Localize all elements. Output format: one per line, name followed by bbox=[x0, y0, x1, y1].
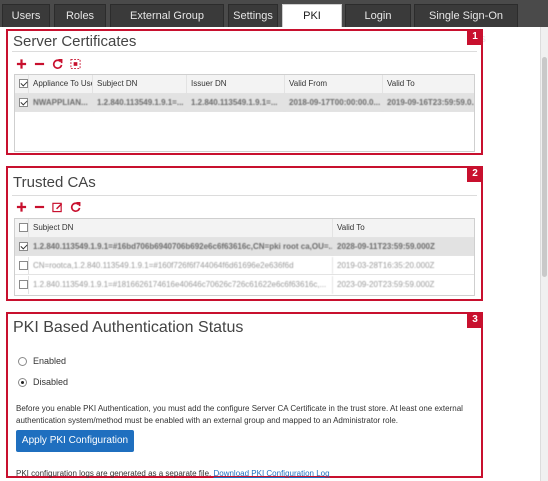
server-certificates-table: Appliance To Use Subject DN Issuer DN Va… bbox=[14, 74, 475, 152]
divider bbox=[12, 195, 477, 196]
select-all-cell bbox=[15, 75, 29, 93]
table-cell: 2019-09-16T23:59:59.0... bbox=[387, 98, 475, 107]
admin-app: Users Roles External Group Mapping Setti… bbox=[0, 0, 548, 481]
select-all-checkbox[interactable] bbox=[19, 79, 28, 88]
trusted-cas-toolbar bbox=[16, 200, 81, 214]
column-header[interactable]: Subject DN bbox=[29, 219, 333, 237]
log-note-text: PKI configuration logs are generated as … bbox=[16, 469, 212, 478]
table-header-row: Appliance To Use Subject DN Issuer DN Va… bbox=[15, 75, 474, 94]
table-row[interactable]: NWAPPLIAN... 1.2.840.113549.1.9.1=... 1.… bbox=[15, 94, 474, 112]
apply-pki-configuration-button[interactable]: Apply PKI Configuration bbox=[16, 430, 134, 452]
column-header[interactable]: Subject DN bbox=[93, 75, 187, 93]
row-checkbox[interactable] bbox=[19, 280, 28, 289]
enabled-radio[interactable] bbox=[18, 356, 27, 366]
tab-pki-settings[interactable]: PKI Settings bbox=[282, 4, 342, 45]
column-header[interactable]: Valid From bbox=[285, 75, 383, 93]
row-checkbox[interactable] bbox=[19, 261, 28, 270]
server-certificates-panel: Server Certificates 1 Appliance To Use S… bbox=[6, 29, 483, 155]
disabled-option[interactable]: Disabled bbox=[18, 377, 68, 387]
column-header[interactable]: Valid To bbox=[333, 219, 474, 237]
remove-icon[interactable] bbox=[34, 58, 45, 70]
server-certificates-toolbar bbox=[16, 57, 81, 71]
download-log-link[interactable]: Download PKI Configuration Log bbox=[213, 469, 329, 478]
table-cell: 1.2.840.113549.1.9.1=#16bd706b6940706b69… bbox=[29, 238, 333, 255]
trusted-cas-table: Subject DN Valid To 1.2.840.113549.1.9.1… bbox=[14, 218, 475, 296]
table-cell: 2028-09-11T23:59:59.000Z bbox=[337, 242, 435, 251]
refresh-icon[interactable] bbox=[70, 201, 81, 213]
scrollbar-thumb[interactable] bbox=[542, 57, 547, 277]
table-row[interactable]: 1.2.840.113549.1.9.1=#1816626174616e4064… bbox=[15, 276, 474, 294]
table-cell: 1.2.840.113549.1.9.1=#1816626174616e4064… bbox=[29, 276, 333, 294]
pki-status-panel: PKI Based Authentication Status 3 Enable… bbox=[6, 312, 483, 478]
tab-roles[interactable]: Roles bbox=[54, 4, 106, 27]
enabled-option[interactable]: Enabled bbox=[18, 356, 66, 366]
callout-badge: 1 bbox=[467, 29, 483, 45]
row-checkbox[interactable] bbox=[19, 98, 28, 107]
log-note-line: PKI configuration logs are generated as … bbox=[16, 468, 473, 480]
table-cell: 1.2.840.113549.1.9.1=... bbox=[187, 94, 285, 111]
table-row[interactable]: CN=rootca,1.2.840.113549.1.9.1=#160f726f… bbox=[15, 257, 474, 275]
row-select-cell bbox=[15, 276, 29, 294]
column-header[interactable]: Issuer DN bbox=[187, 75, 285, 93]
add-icon[interactable] bbox=[16, 58, 27, 70]
tab-bar: Users Roles External Group Mapping Setti… bbox=[0, 0, 548, 45]
row-checkbox[interactable] bbox=[19, 242, 28, 251]
disabled-label: Disabled bbox=[33, 377, 69, 387]
refresh-icon[interactable] bbox=[52, 58, 63, 70]
trusted-cas-panel: Trusted CAs 2 Subject DN Valid To 1.2.84… bbox=[6, 166, 483, 301]
add-icon[interactable] bbox=[16, 201, 27, 213]
enabled-label: Enabled bbox=[33, 356, 67, 366]
pki-status-title: PKI Based Authentication Status bbox=[13, 319, 244, 336]
row-select-cell bbox=[15, 257, 29, 274]
table-header-row: Subject DN Valid To bbox=[15, 219, 474, 238]
vertical-scrollbar[interactable] bbox=[540, 27, 548, 481]
table-cell: 2023-09-20T23:59:59.000Z bbox=[337, 280, 435, 289]
column-header[interactable]: Valid To bbox=[383, 75, 474, 93]
table-cell: 2018-09-17T00:00:00.0... bbox=[285, 94, 383, 111]
row-select-cell bbox=[15, 238, 29, 255]
column-header[interactable]: Appliance To Use bbox=[29, 75, 93, 93]
tab-settings[interactable]: Settings bbox=[228, 4, 278, 27]
tab-login-banner[interactable]: Login Banner bbox=[345, 4, 411, 45]
select-all-checkbox[interactable] bbox=[19, 223, 28, 232]
callout-badge: 3 bbox=[467, 312, 483, 328]
server-certificates-title: Server Certificates bbox=[13, 33, 137, 50]
table-row[interactable]: 1.2.840.113549.1.9.1=#16bd706b6940706b69… bbox=[15, 238, 474, 256]
pki-description: Before you enable PKI Authentication, yo… bbox=[16, 404, 463, 425]
row-select-cell bbox=[15, 94, 29, 111]
table-cell: 1.2.840.113549.1.9.1=... bbox=[93, 94, 187, 111]
tab-single-sign-on-settings[interactable]: Single Sign-On Settings bbox=[414, 4, 518, 45]
tab-users[interactable]: Users bbox=[2, 4, 50, 27]
table-cell: CN=rootca,1.2.840.113549.1.9.1=#160f726f… bbox=[29, 257, 333, 274]
select-all-cell bbox=[15, 219, 29, 237]
table-cell: 2019-03-28T16:35:20.000Z bbox=[337, 261, 435, 270]
trusted-cas-title: Trusted CAs bbox=[13, 174, 96, 191]
disabled-radio[interactable] bbox=[18, 377, 27, 387]
view-icon[interactable] bbox=[70, 58, 81, 70]
callout-badge: 2 bbox=[467, 166, 483, 182]
tab-external-group-mapping[interactable]: External Group Mapping bbox=[110, 4, 224, 45]
divider bbox=[12, 51, 477, 52]
edit-icon[interactable] bbox=[52, 201, 63, 213]
remove-icon[interactable] bbox=[34, 201, 45, 213]
table-cell: NWAPPLIAN... bbox=[29, 94, 93, 111]
